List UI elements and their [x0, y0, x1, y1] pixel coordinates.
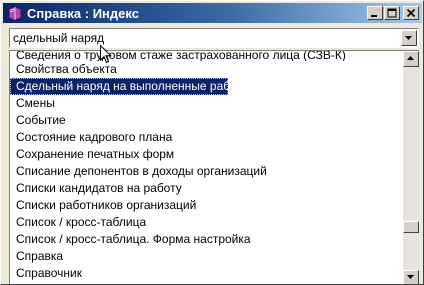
list-item-selected[interactable]: Сдельный наряд на выполненные работы	[10, 78, 228, 95]
window-title: Справка : Индекс	[27, 6, 139, 21]
help-index-window: Справка : Индекс Сведения о т	[0, 0, 424, 285]
index-items: Сведения о трудовом стаже застрахованног…	[10, 51, 402, 282]
chevron-down-icon	[405, 36, 412, 40]
title-bar[interactable]: Справка : Индекс	[3, 3, 422, 23]
help-book-icon	[7, 5, 23, 21]
scroll-up-button[interactable]	[403, 51, 419, 67]
index-list[interactable]: Сведения о трудовом стаже застрахованног…	[9, 50, 419, 284]
list-item[interactable]: Состояние кадрового плана	[10, 129, 402, 146]
maximize-icon	[387, 8, 397, 18]
minimize-icon	[371, 15, 377, 17]
close-icon	[406, 8, 416, 18]
list-item[interactable]: Списки работников организаций	[10, 197, 402, 214]
close-button[interactable]	[403, 6, 419, 20]
list-item[interactable]: Свойства объекта	[10, 61, 402, 78]
list-item[interactable]: Списание депонентов в доходы организаций	[10, 163, 402, 180]
list-item[interactable]: Событие	[10, 112, 402, 129]
arrow-up-icon	[407, 56, 414, 60]
list-item[interactable]: Сведения о трудовом стаже застрахованног…	[10, 51, 402, 61]
list-item[interactable]: Список / кросс-таблица	[10, 214, 402, 231]
search-input[interactable]	[13, 30, 393, 46]
list-item[interactable]: Список / кросс-таблица. Форма настройка	[10, 231, 402, 248]
vertical-scrollbar[interactable]	[403, 51, 419, 284]
maximize-button[interactable]	[384, 6, 400, 20]
arrow-down-icon	[407, 275, 414, 279]
list-item[interactable]: Сохранение печатных форм	[10, 146, 402, 163]
list-item[interactable]: Справочник	[10, 265, 402, 282]
scroll-thumb[interactable]	[403, 221, 419, 233]
list-item[interactable]: Смены	[10, 95, 402, 112]
dropdown-button[interactable]	[401, 30, 417, 46]
list-item[interactable]: Справка	[10, 248, 402, 265]
scroll-down-button[interactable]	[403, 270, 419, 284]
minimize-button[interactable]	[367, 6, 383, 20]
search-combobox[interactable]	[9, 28, 419, 48]
list-item[interactable]: Списки кандидатов на работу	[10, 180, 402, 197]
